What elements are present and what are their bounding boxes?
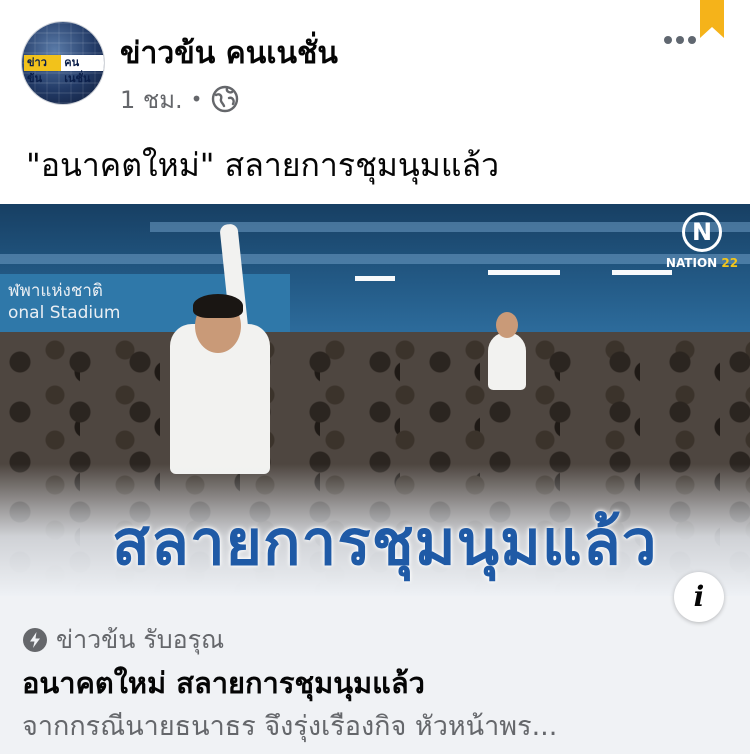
- link-title[interactable]: อนาคตใหม่ สลายการชุมนุมแล้ว: [22, 660, 425, 706]
- bookmark-icon[interactable]: [700, 0, 724, 38]
- nation-logo-name: NATION: [665, 256, 718, 270]
- link-description: จากกรณีนายธนาธร จึงรุ่งเรืองกิจ หัวหน้าพ…: [22, 711, 558, 742]
- post-header: ข่าวข้น คนเนชั่น ข่าวข้น คนเนชั่น 1 ชม. …: [0, 0, 750, 125]
- bolt-icon: [22, 627, 48, 653]
- more-dot: [688, 36, 696, 44]
- link-source: ข่าวข้น รับอรุณ: [22, 620, 224, 660]
- post-image[interactable]: ฬพาแห่งชาติ onal Stadium N NATION 22 สลา…: [0, 204, 750, 596]
- nation-logo-letter: N: [682, 212, 722, 252]
- nation-logo-number: 22: [721, 256, 739, 270]
- image-headline: สลายการชุมนุมแล้ว: [112, 506, 658, 579]
- avatar-logo-right: คนเนชั่น: [61, 55, 104, 85]
- more-dot: [676, 36, 684, 44]
- meta-separator: •: [190, 87, 203, 111]
- post-text: "อนาคตใหม่" สลายการชุมนุมแล้ว: [26, 146, 500, 184]
- info-button[interactable]: i: [674, 572, 724, 622]
- post-timestamp[interactable]: 1 ชม.: [120, 80, 183, 119]
- more-dot: [664, 36, 672, 44]
- link-source-text: ข่าวข้น รับอรุณ: [56, 625, 225, 654]
- nation-logo-text: NATION 22: [656, 256, 748, 270]
- post-meta: 1 ชม. •: [120, 82, 240, 116]
- avatar-logo: ข่าวข้น คนเนชั่น: [24, 55, 104, 85]
- more-options-icon[interactable]: [664, 30, 700, 50]
- author-name[interactable]: ข่าวข้น คนเนชั่น: [120, 30, 338, 77]
- globe-icon[interactable]: [210, 84, 240, 114]
- station-sign-thai: ฬพาแห่งชาติ: [8, 281, 103, 301]
- avatar-logo-left: ข่าวข้น: [24, 55, 62, 85]
- link-preview[interactable]: ข่าวข้น รับอรุณ อนาคตใหม่ สลายการชุมนุมแ…: [0, 596, 750, 754]
- page-avatar[interactable]: ข่าวข้น คนเนชั่น: [22, 22, 104, 104]
- nation-logo: N NATION 22: [656, 210, 748, 280]
- station-sign-english: onal Stadium: [8, 303, 121, 323]
